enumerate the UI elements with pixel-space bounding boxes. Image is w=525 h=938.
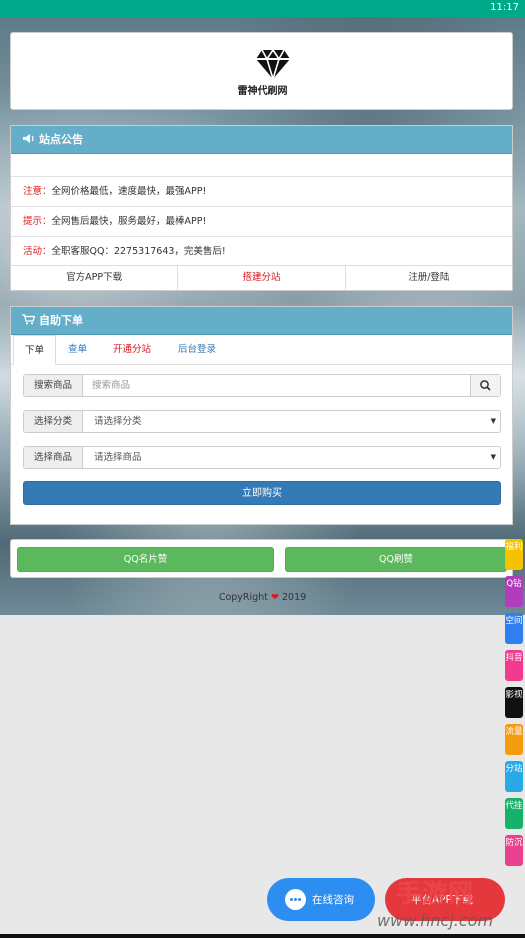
copyright-prefix: CopyRight xyxy=(218,592,268,603)
order-title: 自助下单 xyxy=(39,314,83,327)
notice-panel: 站点公告 注意：全网价格最低，速度最快，最强APP! 提示：全网售后最快，服务最… xyxy=(10,125,513,291)
notice-row: 活动：全职客服QQ：2275317643，完美售后! xyxy=(11,236,512,266)
category-label: 选择分类 xyxy=(24,411,83,432)
build-substation-link[interactable]: 搭建分站 xyxy=(178,266,346,290)
notice-header: 站点公告 xyxy=(11,126,512,154)
notice-spacer xyxy=(11,154,512,176)
side-tab-video[interactable]: 影视 xyxy=(505,687,523,718)
chevron-down-icon: ▼ xyxy=(490,417,496,425)
register-login-link[interactable]: 注册/登陆 xyxy=(346,266,512,290)
notice-links: 官方APP下载 搭建分站 注册/登陆 xyxy=(11,265,512,290)
tab-query[interactable]: 查单 xyxy=(68,335,87,364)
notice-key: 提示： xyxy=(23,216,52,227)
side-tab-substation[interactable]: 分站 xyxy=(505,761,523,792)
notice-key: 活动： xyxy=(23,246,52,257)
qq-card-like-button[interactable]: QQ名片赞 xyxy=(17,547,274,572)
watermark-url: www.hncj.com xyxy=(376,911,494,930)
site-logo-text: 雷神代刷网 xyxy=(237,86,288,97)
online-consult-label: 在线咨询 xyxy=(312,894,354,906)
search-product-label: 搜索商品 xyxy=(24,375,83,396)
category-select[interactable]: 选择分类 请选择分类 ▼ xyxy=(23,410,501,433)
notice-row: 注意：全网价格最低，速度最快，最强APP! xyxy=(11,176,512,206)
status-time: 11:17 xyxy=(490,2,519,13)
side-tab-space[interactable]: 空间 xyxy=(505,613,523,644)
notice-row: 提示：全网售后最快，服务最好，最棒APP! xyxy=(11,206,512,236)
tab-order[interactable]: 下单 xyxy=(13,335,57,365)
order-panel: 自助下单 下单 查单 开通分站 后台登录 搜索商品 搜索商品 选择分类 请选择分… xyxy=(10,306,513,525)
category-value: 请选择分类 xyxy=(94,416,142,427)
logo-card: 雷神代刷网 xyxy=(10,32,513,110)
notice-text: 全网价格最低，速度最快，最强APP! xyxy=(51,186,207,197)
notice-key: 注意： xyxy=(23,186,52,197)
bottom-bar xyxy=(0,934,525,938)
copyright-year: 2019 xyxy=(281,592,307,603)
order-tabs: 下单 查单 开通分站 后台登录 xyxy=(11,335,512,365)
product-label: 选择商品 xyxy=(24,447,83,468)
product-value: 请选择商品 xyxy=(94,452,142,463)
side-tab-douyin[interactable]: 抖音 xyxy=(505,650,523,681)
watermark: 手游网 www.hncj.com xyxy=(355,874,515,932)
app-download-link[interactable]: 官方APP下载 xyxy=(11,266,179,290)
side-tab-traffic[interactable]: 流量 xyxy=(505,724,523,755)
notice-text: 全网售后最快，服务最好，最棒APP! xyxy=(51,216,207,227)
chat-bubble-icon xyxy=(285,889,306,910)
cart-icon xyxy=(22,314,35,325)
side-tab-hosting[interactable]: 代挂 xyxy=(505,798,523,829)
order-header: 自助下单 xyxy=(11,307,512,335)
watermark-title: 手游网 xyxy=(395,879,474,908)
status-bar: 11:17 xyxy=(0,0,525,17)
qq-like-button[interactable]: QQ刷赞 xyxy=(285,547,507,572)
like-buttons-card: QQ名片赞 QQ刷赞 xyxy=(10,539,513,578)
tab-admin-login[interactable]: 后台登录 xyxy=(178,335,216,364)
search-button[interactable] xyxy=(470,375,500,396)
search-product-row: 搜索商品 搜索商品 xyxy=(23,374,501,397)
copyright: CopyRight ❤ 2019 xyxy=(0,592,525,603)
notice-text: 全职客服QQ：2275317643，完美售后! xyxy=(51,246,226,257)
side-tab-welfare[interactable]: 福利 xyxy=(505,539,523,570)
speaker-icon xyxy=(23,134,34,143)
notice-title: 站点公告 xyxy=(39,133,83,146)
chevron-down-icon: ▼ xyxy=(490,453,496,461)
diamond-logo-icon xyxy=(256,48,290,80)
buy-now-button[interactable]: 立即购买 xyxy=(23,481,501,505)
tab-open-substation[interactable]: 开通分站 xyxy=(113,335,151,364)
product-select[interactable]: 选择商品 请选择商品 ▼ xyxy=(23,446,501,469)
search-product-input[interactable]: 搜索商品 xyxy=(92,375,468,396)
search-icon xyxy=(480,380,491,391)
heart-icon: ❤ xyxy=(270,592,279,603)
side-tab-q-diamond[interactable]: Q钻 xyxy=(505,576,523,607)
side-tab-anti-addiction[interactable]: 防沉 xyxy=(505,835,523,866)
